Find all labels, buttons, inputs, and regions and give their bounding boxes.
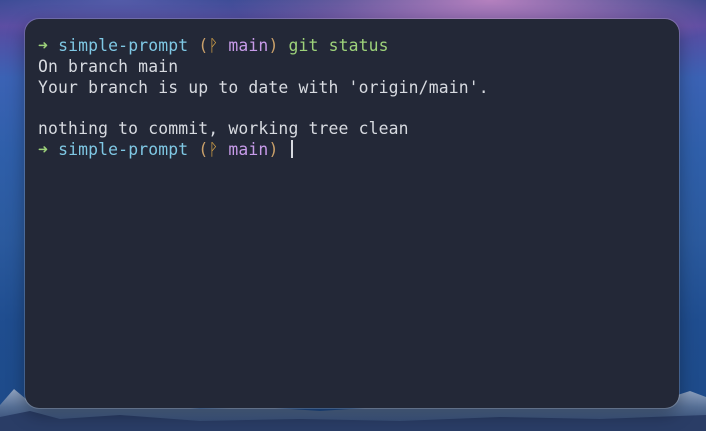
active-prompt-line[interactable]: ➜ simple-prompt (ᚹ main)	[38, 139, 679, 161]
output-line: Your branch is up to date with 'origin/m…	[38, 77, 489, 97]
prompt-line: ➜ simple-prompt (ᚹ main) git status	[38, 36, 679, 57]
prompt-arrow-icon: ➜	[38, 36, 49, 55]
prompt-paren-open: (	[198, 139, 209, 159]
prompt-directory: simple-prompt	[58, 36, 189, 55]
terminal-window[interactable]: ➜ simple-prompt (ᚹ main) git status On b…	[25, 19, 679, 408]
git-branch-icon: ᚹ	[208, 36, 219, 55]
prompt-paren-close: )	[268, 139, 279, 159]
output-line: On branch main	[38, 56, 179, 76]
prompt-arrow-icon: ➜	[38, 139, 49, 159]
output-line: nothing to commit, working tree clean	[38, 119, 409, 139]
git-branch-icon: ᚹ	[208, 139, 219, 159]
text-cursor[interactable]	[290, 139, 293, 158]
prompt-branch: main	[228, 139, 269, 159]
command-text: git status	[288, 36, 389, 55]
prompt-branch: main	[228, 36, 269, 55]
prompt-paren-open: (	[198, 36, 209, 55]
prompt-directory: simple-prompt	[58, 139, 189, 159]
prompt-paren-close: )	[268, 36, 279, 55]
